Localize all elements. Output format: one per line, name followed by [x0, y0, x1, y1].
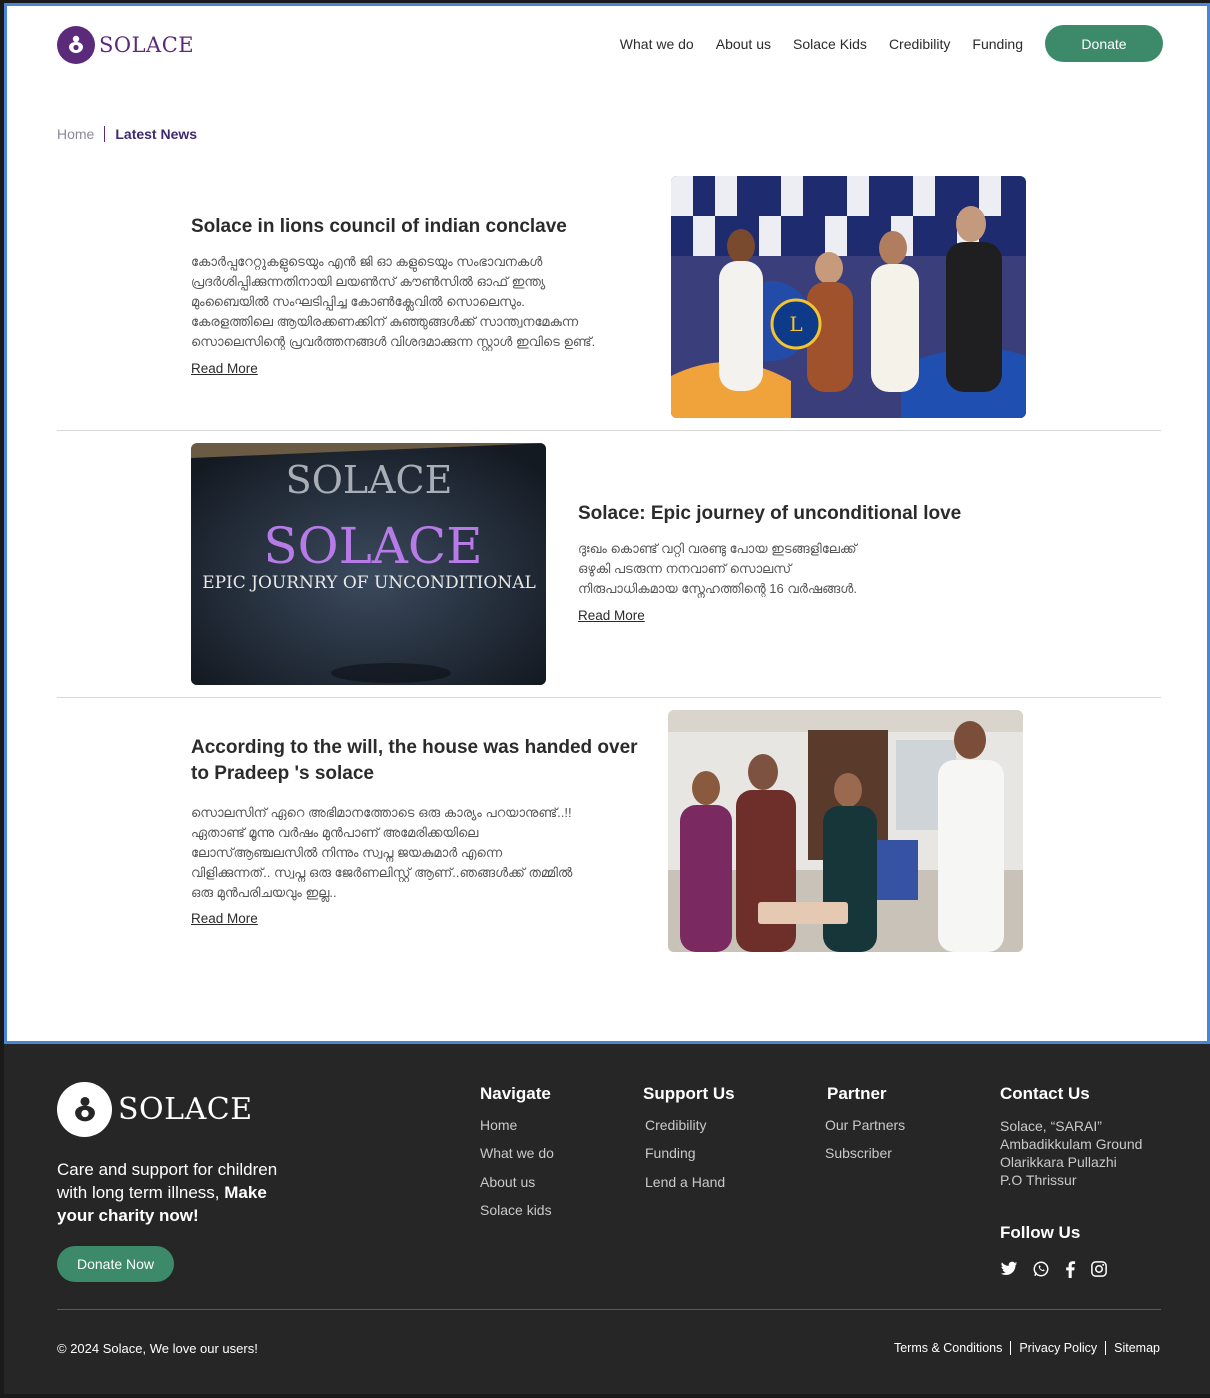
- breadcrumb-separator: [104, 126, 106, 142]
- main-page: SOLACE What we do About us Solace Kids C…: [4, 3, 1210, 1044]
- copyright: © 2024 Solace, We love our users!: [57, 1341, 258, 1356]
- news-divider: [57, 697, 1161, 698]
- footer-navigate-title: Navigate: [480, 1084, 551, 1103]
- footer-link-funding[interactable]: Funding: [645, 1145, 696, 1161]
- breadcrumb: Home Latest News: [57, 126, 197, 142]
- privacy-link[interactable]: Privacy Policy: [1019, 1341, 1097, 1355]
- book-cover-subtitle: EPIC JOURNRY OF UNCONDITIONAL: [202, 573, 536, 593]
- footer-partner-title: Partner: [827, 1084, 887, 1103]
- breadcrumb-home[interactable]: Home: [57, 126, 94, 142]
- footer-follow-title: Follow Us: [1000, 1223, 1081, 1242]
- footer-link-lend-a-hand[interactable]: Lend a Hand: [645, 1174, 725, 1190]
- excerpt-line: പ്രദര്‍ശിപ്പിക്കുന്നതിനായി ലയൺസ് കൗൺസിൽ …: [191, 274, 546, 289]
- footer-link-our-partners[interactable]: Our Partners: [825, 1117, 905, 1133]
- address-line: Olarikkara Pullazhi: [1000, 1154, 1117, 1170]
- whatsapp-icon[interactable]: [1032, 1260, 1050, 1278]
- footer-link-what-we-do[interactable]: What we do: [480, 1145, 554, 1161]
- legal-links: Terms & Conditions Privacy Policy Sitema…: [894, 1341, 1160, 1355]
- site-logo[interactable]: SOLACE: [57, 26, 194, 64]
- footer-link-credibility[interactable]: Credibility: [645, 1117, 706, 1133]
- news-title: Solace in lions council of indian concla…: [191, 216, 567, 237]
- footer-support-title: Support Us: [643, 1084, 735, 1103]
- excerpt-line: സൊലസിന് ഏറെ അഭിമാനത്തോടെ ഒരു കാര്യം പറയാ…: [191, 805, 572, 820]
- excerpt-line: ഒരു മുൻപരിചയവും ഇല്ല..: [191, 885, 337, 900]
- instagram-icon[interactable]: [1090, 1260, 1108, 1278]
- read-more-link[interactable]: Read More: [578, 608, 645, 623]
- social-links: [1000, 1260, 1122, 1278]
- news-excerpt: സൊലസിന് ഏറെ അഭിമാനത്തോടെ ഒരു കാര്യം പറയാ…: [191, 803, 641, 903]
- address-line: Solace, “SARAI”: [1000, 1118, 1102, 1134]
- site-footer: SOLACE Care and support for children wit…: [4, 1044, 1210, 1394]
- facebook-icon[interactable]: [1064, 1260, 1076, 1278]
- book-cover-title: SOLACE: [286, 458, 453, 502]
- nav-solace-kids[interactable]: Solace Kids: [793, 36, 867, 52]
- breadcrumb-current: Latest News: [115, 126, 198, 142]
- footer-link-home[interactable]: Home: [480, 1117, 517, 1133]
- nav-about-us[interactable]: About us: [716, 36, 771, 52]
- address-line: Ambadikkulam Ground: [1000, 1136, 1143, 1152]
- news-photo-book[interactable]: SOLACE SOLACE EPIC JOURNRY OF UNCONDITIO…: [191, 443, 546, 685]
- footer-tagline: Care and support for children with long …: [57, 1158, 297, 1227]
- title-line: to Pradeep 's solace: [191, 763, 374, 784]
- donate-button[interactable]: Donate: [1045, 25, 1163, 62]
- excerpt-line: മുംബൈയിൽ സംഘടിപ്പിച്ച കോൺക്ലേവിൽ സൊലെസും…: [191, 294, 525, 309]
- logo-mark-icon: [57, 26, 95, 64]
- footer-logo-text: SOLACE: [118, 1092, 253, 1127]
- logo-text: SOLACE: [99, 33, 195, 57]
- legal-separator: [1105, 1341, 1107, 1355]
- nav-credibility[interactable]: Credibility: [889, 36, 950, 52]
- excerpt-line: കേരളത്തിലെ ആയിരക്കണക്കിന് കുഞ്ഞുങ്ങൾക്ക്…: [191, 314, 579, 329]
- footer-link-solace-kids[interactable]: Solace kids: [480, 1202, 552, 1218]
- excerpt-line: നിരുപാധികമായ സ്നേഹത്തിന്റെ 16 വർഷങ്ങൾ.: [578, 581, 857, 596]
- excerpt-line: ഒഴുകി പടരുന്ന നനവാണ് സൊലസ്: [578, 561, 792, 576]
- donate-now-button[interactable]: Donate Now: [57, 1246, 174, 1282]
- book-cover-main: SOLACE: [263, 517, 482, 575]
- title-line: According to the will, the house was han…: [191, 737, 638, 758]
- news-title: According to the will, the house was han…: [191, 735, 638, 787]
- read-more-link[interactable]: Read More: [191, 361, 258, 376]
- news-excerpt: കോര്‍പ്പറേറ്റുകളുടെയും എൻ ജി ഓ കളുടെയും …: [191, 252, 641, 352]
- excerpt-line: സൊലെസിന്റെ പ്രവര്‍ത്തനങ്ങൾ വിശദമാക്കുന്ന…: [191, 334, 596, 349]
- address-line: P.O Thrissur: [1000, 1172, 1077, 1188]
- footer-logo[interactable]: SOLACE: [57, 1082, 253, 1137]
- svg-text:L: L: [789, 312, 802, 336]
- footer-link-subscriber[interactable]: Subscriber: [825, 1145, 892, 1161]
- excerpt-line: ഏതാണ്ട് മൂന്നു വർഷം മുൻപാണ് അമേരിക്കയിലെ: [191, 825, 479, 840]
- terms-link[interactable]: Terms & Conditions: [894, 1341, 1002, 1355]
- news-title: Solace: Epic journey of unconditional lo…: [578, 503, 962, 524]
- excerpt-line: കോര്‍പ്പറേറ്റുകളുടെയും എൻ ജി ഓ കളുടെയും …: [191, 254, 543, 269]
- twitter-icon[interactable]: [1000, 1261, 1018, 1277]
- news-divider: [57, 430, 1161, 431]
- nav-funding[interactable]: Funding: [972, 36, 1023, 52]
- news-photo-handover[interactable]: [668, 710, 1023, 952]
- logo-mark-icon: [57, 1082, 112, 1137]
- footer-address: Solace, “SARAI” Ambadikkulam Ground Olar…: [1000, 1117, 1142, 1189]
- footer-link-about-us[interactable]: About us: [480, 1174, 535, 1190]
- news-photo-conclave[interactable]: L: [671, 176, 1026, 418]
- sitemap-link[interactable]: Sitemap: [1114, 1341, 1160, 1355]
- news-excerpt: ദുഃഖം കൊണ്ട് വറ്റി വരണ്ടു പോയ ഇടങ്ങളിലേക…: [578, 539, 958, 599]
- excerpt-line: ദുഃഖം കൊണ്ട് വറ്റി വരണ്ടു പോയ ഇടങ്ങളിലേക…: [578, 541, 857, 556]
- nav-what-we-do[interactable]: What we do: [620, 36, 694, 52]
- excerpt-line: ലോസ്ആഞ്ചലസിൽ നിന്നും സ്വപ്ന ജയകുമാർ എന്ന…: [191, 845, 503, 860]
- legal-separator: [1010, 1341, 1012, 1355]
- footer-divider: [57, 1309, 1161, 1310]
- footer-contact-title: Contact Us: [1000, 1084, 1090, 1103]
- excerpt-line: വിളിക്കുന്നത്.. സ്വപ്ന ഒരു ജേർണലിസ്റ്റ് …: [191, 865, 573, 880]
- read-more-link[interactable]: Read More: [191, 911, 258, 926]
- main-nav: What we do About us Solace Kids Credibil…: [598, 25, 1163, 62]
